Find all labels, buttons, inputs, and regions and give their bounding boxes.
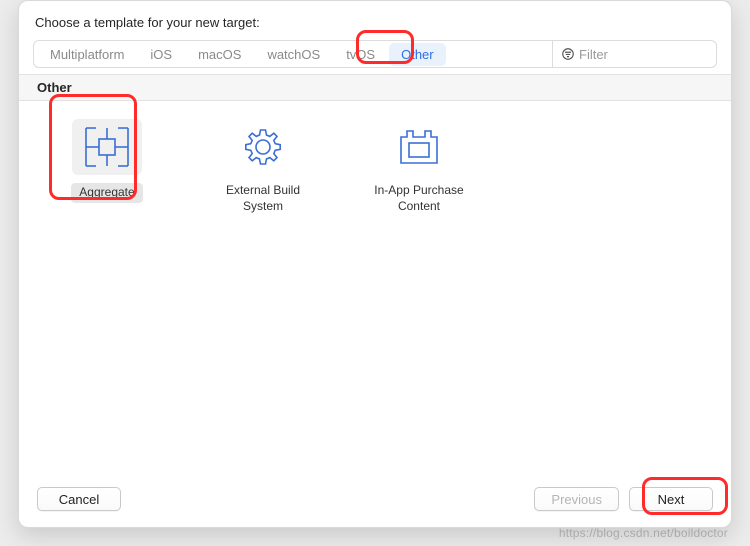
template-aggregate-label: Aggregate	[71, 183, 142, 203]
section-header-other: Other	[19, 74, 731, 101]
filter-field[interactable]	[552, 41, 712, 67]
template-inapp-purchase-content[interactable]: In-App Purchase Content	[359, 119, 479, 214]
block-icon	[384, 119, 454, 175]
cancel-button[interactable]: Cancel	[37, 487, 121, 511]
tab-watchos[interactable]: watchOS	[255, 43, 332, 66]
sheet-title: Choose a template for your new target:	[19, 1, 731, 40]
template-iap-content-label: In-App Purchase Content	[374, 183, 463, 214]
template-grid: Aggregate External Build System In-App P…	[19, 101, 731, 475]
footer: Cancel Previous Next	[19, 475, 731, 527]
platform-tabbar: Multiplatform iOS macOS watchOS tvOS Oth…	[33, 40, 717, 68]
watermark-text: https://blog.csdn.net/boildoctor	[559, 526, 728, 540]
template-aggregate[interactable]: Aggregate	[47, 119, 167, 203]
tab-ios[interactable]: iOS	[138, 43, 184, 66]
previous-button[interactable]: Previous	[534, 487, 619, 511]
tab-tvos[interactable]: tvOS	[334, 43, 387, 66]
next-button[interactable]: Next	[629, 487, 713, 511]
gear-icon	[228, 119, 298, 175]
tab-multiplatform[interactable]: Multiplatform	[38, 43, 136, 66]
aggregate-icon	[72, 119, 142, 175]
tab-other[interactable]: Other	[389, 43, 446, 66]
template-external-build-label: External Build System	[226, 183, 300, 214]
filter-icon	[561, 47, 575, 61]
template-sheet: Choose a template for your new target: M…	[18, 0, 732, 528]
filter-input[interactable]	[579, 47, 699, 62]
template-external-build-system[interactable]: External Build System	[203, 119, 323, 214]
tab-macos[interactable]: macOS	[186, 43, 253, 66]
